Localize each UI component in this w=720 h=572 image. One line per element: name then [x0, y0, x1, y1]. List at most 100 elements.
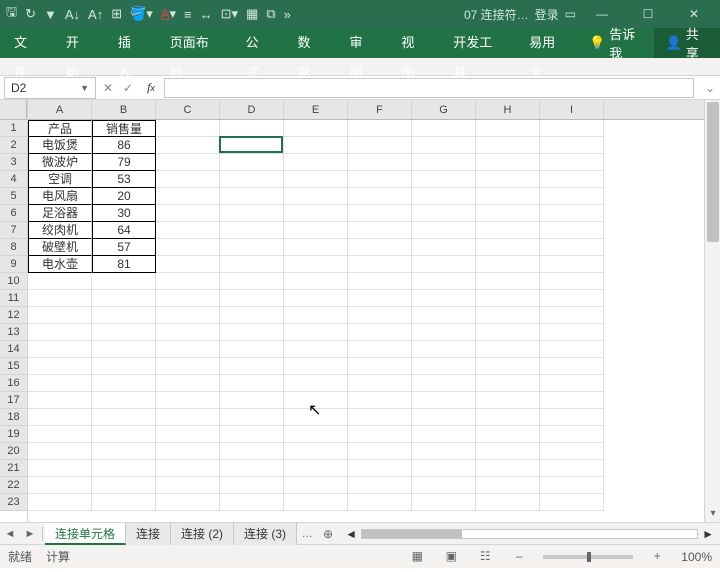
cell[interactable] [476, 222, 540, 239]
cell[interactable] [476, 188, 540, 205]
cell[interactable] [540, 290, 604, 307]
cell[interactable] [92, 375, 156, 392]
cell[interactable] [156, 494, 220, 511]
column-header[interactable]: G [412, 100, 476, 119]
row-header[interactable]: 4 [0, 171, 27, 188]
cell[interactable] [220, 426, 284, 443]
tell-me[interactable]: 💡 告诉我 [579, 24, 653, 62]
view-pagebreak-icon[interactable]: ☷ [475, 549, 495, 565]
redo-icon[interactable]: ↻ [25, 6, 36, 22]
cell[interactable] [156, 477, 220, 494]
tab-data[interactable]: 数据 [284, 28, 336, 58]
column-header[interactable]: A [28, 100, 92, 119]
tab-file[interactable]: 文件 [0, 28, 52, 58]
enter-formula-button[interactable]: ✓ [118, 81, 138, 95]
cell[interactable] [284, 154, 348, 171]
cell[interactable] [540, 460, 604, 477]
ribbon-options-icon[interactable]: ▭ [565, 7, 576, 21]
cell[interactable] [348, 205, 412, 222]
cell[interactable] [348, 494, 412, 511]
cell[interactable] [540, 341, 604, 358]
cell[interactable] [540, 477, 604, 494]
chevron-down-icon[interactable]: ▼ [80, 83, 89, 93]
window-icon[interactable]: ⧉ [266, 6, 275, 22]
zoom-out-button[interactable]: – [509, 549, 529, 565]
row-header[interactable]: 13 [0, 324, 27, 341]
view-pagelayout-icon[interactable]: ▣ [441, 549, 461, 565]
cell[interactable] [220, 290, 284, 307]
cell[interactable] [156, 358, 220, 375]
cell[interactable] [28, 375, 92, 392]
horizontal-scrollbar[interactable]: ◄ ► [339, 527, 720, 541]
sheet-tab-3[interactable]: 连接 (2) [171, 523, 234, 545]
cell[interactable] [348, 477, 412, 494]
cell[interactable] [156, 341, 220, 358]
cell[interactable] [540, 494, 604, 511]
cell[interactable] [540, 256, 604, 273]
cell[interactable] [412, 171, 476, 188]
cell[interactable] [284, 409, 348, 426]
select-all-corner[interactable] [0, 100, 27, 120]
cell[interactable] [92, 290, 156, 307]
cell[interactable] [220, 205, 284, 222]
cell[interactable] [540, 358, 604, 375]
cell[interactable] [92, 358, 156, 375]
cell[interactable] [284, 324, 348, 341]
login-link[interactable]: 登录 [535, 6, 559, 23]
cell[interactable] [540, 137, 604, 154]
row-header[interactable]: 1 [0, 120, 27, 137]
cell[interactable] [348, 307, 412, 324]
cell[interactable]: 20 [92, 188, 156, 205]
cell[interactable] [28, 494, 92, 511]
vertical-scrollbar[interactable]: ▴ ▾ [704, 100, 720, 522]
cell[interactable] [540, 443, 604, 460]
cell[interactable] [348, 375, 412, 392]
row-header[interactable]: 2 [0, 137, 27, 154]
sheet-tab-4[interactable]: 连接 (3) [234, 523, 297, 545]
cell[interactable] [156, 460, 220, 477]
cell[interactable] [540, 426, 604, 443]
cell[interactable] [348, 137, 412, 154]
row-header[interactable]: 19 [0, 426, 27, 443]
view-normal-icon[interactable]: ▦ [407, 549, 427, 565]
cell[interactable] [156, 120, 220, 137]
cell[interactable] [156, 222, 220, 239]
scroll-left-icon[interactable]: ◄ [345, 527, 357, 541]
cell[interactable] [476, 477, 540, 494]
tab-developer[interactable]: 开发工具 [439, 28, 515, 58]
share-button[interactable]: 👤 共享 [654, 28, 720, 58]
sort-desc-icon[interactable]: A↑ [88, 7, 103, 22]
tab-addin[interactable]: 易用宝 [515, 28, 579, 58]
cell[interactable] [412, 256, 476, 273]
cell[interactable]: 空调 [28, 171, 92, 188]
row-header[interactable]: 22 [0, 477, 27, 494]
cell[interactable] [348, 358, 412, 375]
cell[interactable] [156, 154, 220, 171]
cell[interactable] [348, 324, 412, 341]
cell[interactable] [220, 188, 284, 205]
row-header[interactable]: 8 [0, 239, 27, 256]
cell[interactable] [412, 392, 476, 409]
new-sheet-button[interactable]: ⊕ [317, 527, 339, 541]
filter-icon[interactable]: ▼ [44, 7, 57, 22]
cell[interactable] [28, 324, 92, 341]
cell[interactable] [220, 460, 284, 477]
row-header[interactable]: 3 [0, 154, 27, 171]
save-icon[interactable]: 🖫 [6, 3, 17, 25]
cell[interactable] [92, 392, 156, 409]
cell[interactable] [476, 171, 540, 188]
cell[interactable] [220, 341, 284, 358]
expand-formula-icon[interactable]: ⌄ [700, 81, 720, 95]
cell[interactable]: 81 [92, 256, 156, 273]
hscroll-track[interactable] [361, 529, 698, 539]
cell[interactable] [412, 120, 476, 137]
row-header[interactable]: 11 [0, 290, 27, 307]
cell[interactable] [412, 426, 476, 443]
tab-insert[interactable]: 插入 [104, 28, 156, 58]
cell[interactable] [28, 341, 92, 358]
cell[interactable] [412, 494, 476, 511]
column-header[interactable]: B [92, 100, 156, 119]
cell[interactable] [476, 426, 540, 443]
cell[interactable] [284, 341, 348, 358]
cell[interactable] [412, 460, 476, 477]
